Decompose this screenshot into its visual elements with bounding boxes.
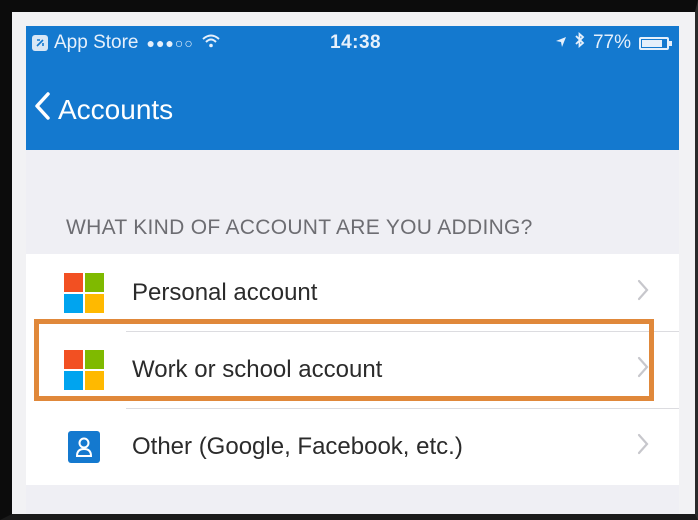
account-option-work-school[interactable]: Work or school account (26, 331, 679, 408)
back-label: Accounts (58, 93, 174, 125)
screenshot-frame: App Store ●●●○○ 14:38 77% Accounts WHAT … (0, 0, 698, 520)
location-icon (555, 32, 567, 54)
battery-percent: 77% (592, 32, 631, 53)
microsoft-logo-icon (64, 272, 104, 313)
navigation-bar: Accounts (26, 88, 679, 134)
battery-fill (642, 39, 663, 47)
signal-strength-icon: ●●●○○ (146, 35, 194, 51)
app-header: App Store ●●●○○ 14:38 77% Accounts (26, 26, 679, 150)
chevron-right-icon (637, 277, 649, 308)
status-time: 14:38 (330, 32, 382, 53)
section-header: WHAT KIND OF ACCOUNT ARE YOU ADDING? (66, 216, 533, 239)
status-right: 77% (555, 32, 672, 54)
account-option-label: Personal account (132, 278, 318, 306)
status-bar: App Store ●●●○○ 14:38 77% (26, 26, 679, 60)
account-option-personal[interactable]: Personal account (26, 254, 679, 331)
bluetooth-icon (575, 32, 585, 54)
chevron-right-icon (637, 431, 649, 462)
account-option-label: Other (Google, Facebook, etc.) (132, 432, 463, 460)
wifi-icon (202, 32, 220, 54)
battery-icon (639, 36, 672, 50)
account-option-label: Work or school account (132, 355, 383, 383)
person-icon (68, 430, 100, 463)
app-store-icon[interactable] (32, 35, 48, 51)
microsoft-logo-icon (64, 349, 104, 390)
phone-screen: App Store ●●●○○ 14:38 77% Accounts WHAT … (26, 26, 679, 514)
status-left: App Store ●●●○○ (32, 32, 220, 54)
back-button[interactable]: Accounts (34, 92, 173, 127)
chevron-left-icon (34, 92, 50, 127)
account-type-list: Personal account Work or school account (26, 254, 679, 485)
back-to-app-label[interactable]: App Store (54, 32, 139, 54)
chevron-right-icon (637, 354, 649, 385)
account-option-other[interactable]: Other (Google, Facebook, etc.) (26, 408, 679, 485)
